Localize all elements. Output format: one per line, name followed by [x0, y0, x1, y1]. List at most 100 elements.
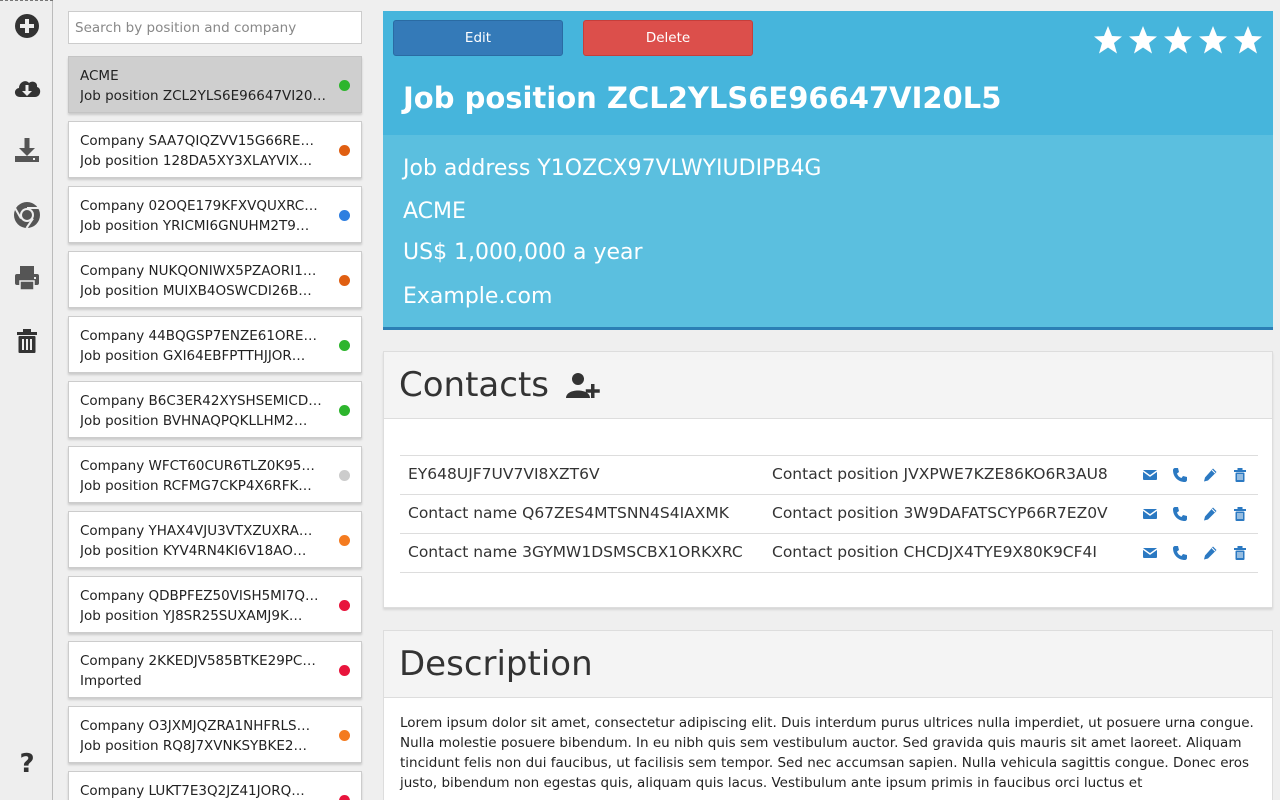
- contact-name: EY648UJF7UV7VI8XZT6V: [408, 465, 600, 483]
- list-item-company: Company NUKQONIWX5PZAORI1…: [80, 263, 317, 279]
- status-dot: [339, 665, 350, 676]
- list-item-position: Job position YJ8SR25SUXAMJ9K…: [80, 608, 303, 624]
- cloud-download-button[interactable]: [0, 68, 53, 108]
- add-button[interactable]: [0, 6, 53, 46]
- envelope-icon[interactable]: [1142, 545, 1158, 561]
- trash-icon[interactable]: [1232, 545, 1248, 561]
- status-dot: [339, 405, 350, 416]
- trash-icon[interactable]: [1232, 506, 1248, 522]
- edit-button[interactable]: Edit: [393, 20, 563, 56]
- delete-button[interactable]: Delete: [583, 20, 753, 56]
- job-company: ACME: [403, 199, 466, 224]
- delete-all-button[interactable]: [0, 321, 53, 361]
- pencil-icon[interactable]: [1202, 545, 1218, 561]
- contacts-panel: Contacts EY648UJF7UV7VI8XZT6V Contact pos…: [383, 351, 1273, 608]
- rating-stars[interactable]: [1093, 25, 1263, 55]
- list-item-position: Job position BVHNAQPQKLLHM2…: [80, 413, 308, 429]
- cloud-download-icon: [14, 81, 40, 97]
- job-website[interactable]: Example.com: [403, 284, 552, 309]
- list-item-position: Imported: [80, 673, 142, 689]
- contact-row: Contact name Q67ZES4MTSNN4S4IAXMK Contact…: [400, 494, 1258, 533]
- status-dot: [339, 145, 350, 156]
- list-item-company: Company SAA7QIQZVV15G66RE…: [80, 133, 314, 149]
- envelope-icon[interactable]: [1142, 506, 1158, 522]
- list-item[interactable]: Company SAA7QIQZVV15G66RE… Job position 1…: [68, 121, 362, 178]
- list-item-company: Company 44BQGSP7ENZE61ORE…: [80, 328, 317, 344]
- list-item[interactable]: Company O3JXMJQZRA1NHFRLS… Job position R…: [68, 706, 362, 763]
- pencil-icon[interactable]: [1202, 467, 1218, 483]
- list-item-position: Job position ZCL2YLS6E96647VI20L5: [80, 88, 326, 104]
- phone-icon[interactable]: [1172, 506, 1188, 522]
- contacts-header: Contacts: [384, 352, 1272, 419]
- star-icon[interactable]: [1128, 25, 1158, 55]
- list-item[interactable]: Company QDBPFEZ50VISH5MI7Q… Job position …: [68, 576, 362, 633]
- description-text: Lorem ipsum dolor sit amet, consectetur …: [400, 715, 1254, 791]
- list-item[interactable]: Company B6C3ER42XYSHSEMICD… Job position …: [68, 381, 362, 438]
- print-icon: [14, 266, 39, 291]
- job-title: Job position ZCL2YLS6E96647VI20L5: [403, 81, 1002, 115]
- list-item-position: Job position YRICMI6GNUHM2T9…: [80, 218, 310, 234]
- job-header: Edit Delete Job position ZCL2YLS6E96647V…: [383, 11, 1273, 330]
- list-item-company: Company O3JXMJQZRA1NHFRLS…: [80, 718, 311, 734]
- list-item-company: Company 02OQE179KFXVQUXRC…: [80, 198, 318, 214]
- list-item-position: Job position MUIXB4OSWCDI26B…: [80, 283, 312, 299]
- status-dot: [339, 210, 350, 221]
- description-panel: Description Lorem ipsum dolor sit amet, …: [383, 630, 1273, 800]
- star-icon[interactable]: [1198, 25, 1228, 55]
- list-item[interactable]: Company 44BQGSP7ENZE61ORE… Job position G…: [68, 316, 362, 373]
- print-button[interactable]: [0, 258, 53, 298]
- list-item[interactable]: Company 2KKEDJV585BTKE29PC… Imported: [68, 641, 362, 698]
- add-contact-icon[interactable]: [565, 370, 601, 400]
- contact-position: Contact position 3W9DAFATSCYP66R7EZ0V: [772, 504, 1108, 522]
- search-input[interactable]: [68, 11, 362, 44]
- list-item-position: Job position KYV4RN4KI6V18AO…: [80, 543, 307, 559]
- list-item-company: Company LUKT7E3Q2JZ41JORQ…: [80, 783, 305, 799]
- download-button[interactable]: [0, 130, 53, 170]
- phone-icon[interactable]: [1172, 545, 1188, 561]
- plus-circle-icon: [14, 14, 39, 38]
- list-item-position: Job position RQ8J7XVNKSYBKE2…: [80, 738, 308, 754]
- star-icon[interactable]: [1163, 25, 1193, 55]
- list-item[interactable]: Company WFCT60CUR6TLZ0K95… Job position R…: [68, 446, 362, 503]
- list-item[interactable]: Company LUKT7E3Q2JZ41JORQ…: [68, 771, 362, 800]
- star-icon[interactable]: [1093, 25, 1123, 55]
- list-item[interactable]: Company YHAX4VJU3VTXZUXRA… Job position K…: [68, 511, 362, 568]
- list-item-company: Company B6C3ER42XYSHSEMICD…: [80, 393, 322, 409]
- status-dot: [339, 600, 350, 611]
- trash-icon[interactable]: [1232, 467, 1248, 483]
- contact-position: Contact position JVXPWE7KZE86KO6R3AU8: [772, 465, 1108, 483]
- list-item-position: Job position GXI64EBFPTTHJJOR…: [80, 348, 306, 364]
- status-dot: [339, 730, 350, 741]
- list-item-company: Company YHAX4VJU3VTXZUXRA…: [80, 523, 313, 539]
- contact-row: EY648UJF7UV7VI8XZT6V Contact position JVX…: [400, 455, 1258, 494]
- toolbar-top-border: [0, 0, 53, 1]
- contacts-heading: Contacts: [399, 365, 549, 405]
- list-item-company: Company WFCT60CUR6TLZ0K95…: [80, 458, 315, 474]
- question-icon: ?: [19, 749, 34, 777]
- phone-icon[interactable]: [1172, 467, 1188, 483]
- contact-name: Contact name 3GYMW1DSMSCBX1ORKXRC: [408, 543, 743, 561]
- contact-row: Contact name 3GYMW1DSMSCBX1ORKXRC Contact…: [400, 533, 1258, 572]
- description-header: Description: [384, 631, 1272, 698]
- status-dot: [339, 275, 350, 286]
- pencil-icon[interactable]: [1202, 506, 1218, 522]
- list-item-company: ACME: [80, 68, 119, 84]
- svg-text:?: ?: [19, 749, 34, 777]
- chrome-button[interactable]: [0, 195, 53, 235]
- envelope-icon[interactable]: [1142, 467, 1158, 483]
- status-dot: [339, 470, 350, 481]
- job-address: Job address Y1OZCX97VLWYIUDIPB4G: [403, 156, 822, 181]
- status-dot: [339, 795, 350, 800]
- job-salary: US$ 1,000,000 a year: [403, 240, 643, 265]
- list-item[interactable]: Company NUKQONIWX5PZAORI1… Job position M…: [68, 251, 362, 308]
- list-item-company: Company QDBPFEZ50VISH5MI7Q…: [80, 588, 319, 604]
- contact-position: Contact position CHCDJX4TYE9X80K9CF4I: [772, 543, 1097, 561]
- list-item[interactable]: ACME Job position ZCL2YLS6E96647VI20L5: [68, 56, 362, 113]
- list-item[interactable]: Company 02OQE179KFXVQUXRC… Job position Y…: [68, 186, 362, 243]
- status-dot: [339, 535, 350, 546]
- list-item-company: Company 2KKEDJV585BTKE29PC…: [80, 653, 316, 669]
- status-dot: [339, 340, 350, 351]
- star-icon[interactable]: [1233, 25, 1263, 55]
- list-item-position: Job position RCFMG7CKP4X6RFK…: [80, 478, 312, 494]
- help-button[interactable]: ?: [0, 742, 53, 782]
